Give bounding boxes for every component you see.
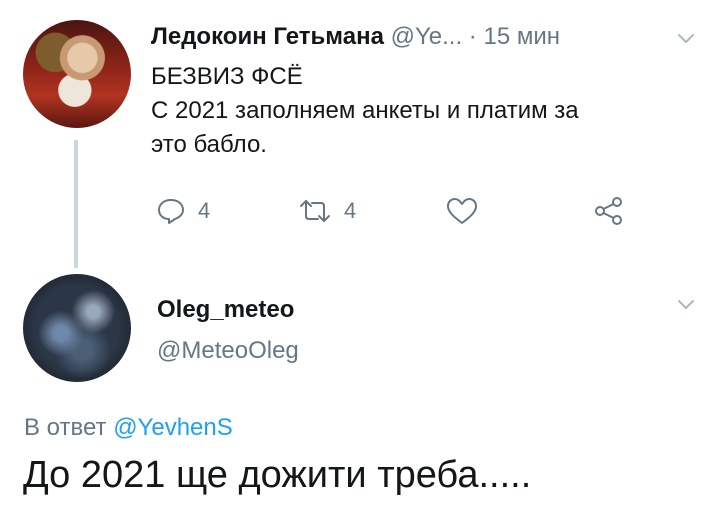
tweet-time[interactable]: 15 мин	[483, 23, 560, 50]
share-icon	[595, 197, 622, 225]
tweet-text: БЕЗВИЗ ФСЁ С 2021 заполняем анкеты и пла…	[151, 60, 696, 162]
retweet-icon	[300, 200, 330, 222]
tweet-header: Ледокоин Гетьмана @Ye... · 15 мин	[151, 22, 560, 52]
share-button[interactable]	[593, 193, 625, 229]
author-handle[interactable]: @MeteoOleg	[157, 337, 299, 365]
separator: ·	[468, 23, 477, 50]
chevron-down-icon[interactable]	[676, 32, 696, 46]
reply-icon	[158, 199, 184, 224]
reply-text: До 2021 ще дожити треба.....	[23, 454, 532, 496]
retweet-button[interactable]: 4	[298, 193, 356, 229]
avatar[interactable]	[23, 274, 131, 382]
author-name[interactable]: Ледокоин Гетьмана	[151, 23, 384, 50]
avatar[interactable]	[23, 20, 131, 128]
retweet-count: 4	[344, 198, 357, 223]
like-button[interactable]	[445, 193, 479, 229]
thread-connector-line	[74, 140, 78, 268]
chevron-down-icon[interactable]	[676, 298, 696, 312]
author-name[interactable]: Oleg_meteo	[157, 296, 294, 324]
tweet-text-line: это бабло.	[151, 131, 267, 158]
tweet-text-line: БЕЗВИЗ ФСЁ	[151, 63, 303, 90]
reply-to-handle-link[interactable]: @YevhenS	[113, 414, 233, 441]
tweet-text-line: С 2021 заполняем анкеты и платим за	[151, 97, 579, 124]
author-handle[interactable]: @Ye...	[391, 23, 463, 50]
reply-to-line: В ответ @YevhenS	[24, 414, 233, 442]
reply-button[interactable]: 4	[156, 193, 210, 229]
reply-to-prefix: В ответ	[24, 414, 107, 441]
reply-count: 4	[198, 198, 211, 223]
heart-icon	[447, 198, 477, 224]
